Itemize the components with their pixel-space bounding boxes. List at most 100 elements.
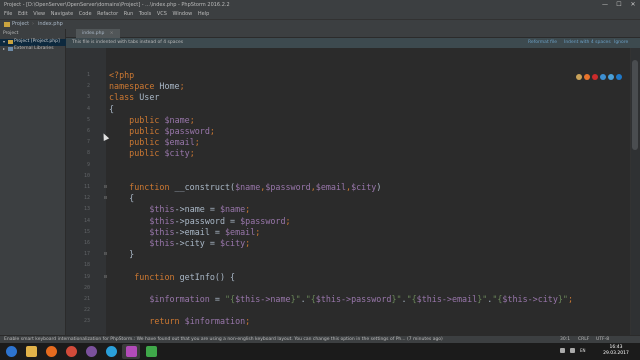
firefox-icon[interactable] — [584, 74, 590, 80]
code-editor[interactable]: <?php namespace Home; class User { public $… — [106, 48, 630, 338]
menu-file[interactable]: File — [4, 10, 12, 19]
taskbar-chrome[interactable] — [62, 344, 80, 359]
code-line[interactable]: $this->city = $city; — [109, 238, 250, 248]
line-number: 18 — [83, 262, 90, 269]
code-line[interactable]: public $email; — [109, 137, 200, 147]
code-line[interactable]: public $name; — [109, 115, 195, 125]
line-number: 23 — [83, 318, 90, 325]
line-number: 7 — [86, 139, 90, 146]
close-button[interactable]: ✕ — [626, 0, 640, 10]
taskbar-clock[interactable]: 16:43 29.03.2017 — [598, 345, 634, 357]
edge-icon[interactable] — [616, 74, 622, 80]
status-bar: Enable smart keyboard internationalizati… — [0, 335, 640, 343]
viber-icon — [85, 346, 97, 357]
menu-view[interactable]: View — [33, 10, 45, 19]
reformat-file-link[interactable]: Reformat file — [528, 38, 557, 48]
line-number: 10 — [83, 172, 90, 179]
code-line[interactable]: function __construct($name,$password,$em… — [109, 182, 381, 192]
notification-message: This file is indented with tabs instead … — [72, 40, 184, 45]
taskbar-phpstorm[interactable] — [122, 344, 140, 359]
indent-spaces-link[interactable]: Indent with 4 spaces — [564, 38, 611, 48]
taskbar-camtasia[interactable] — [142, 344, 160, 359]
tray-volume-icon[interactable] — [570, 348, 575, 353]
scrollbar-thumb[interactable] — [632, 60, 638, 150]
editor-tabs: index.php × — [66, 29, 640, 38]
start-button[interactable] — [2, 344, 20, 359]
menu-edit[interactable]: Edit — [18, 10, 28, 19]
fold-marker-icon[interactable]: ⊟ — [104, 274, 107, 280]
code-line[interactable]: { — [109, 193, 134, 203]
fold-marker-icon[interactable]: ⊟ — [104, 251, 107, 257]
line-number: 6 — [86, 128, 90, 134]
tree-item-root[interactable]: ▾ Project [Project.php] — [0, 39, 66, 46]
folder-icon — [4, 22, 10, 27]
nav-file[interactable]: index.php — [38, 20, 63, 29]
os-taskbar: EN — [0, 343, 640, 360]
code-line[interactable]: namespace Home; — [109, 81, 185, 91]
windows-logo-icon — [5, 346, 17, 357]
indentation-notification: This file is indented with tabs instead … — [66, 38, 640, 48]
menu-navigate[interactable]: Navigate — [51, 10, 73, 19]
line-number: 13 — [83, 206, 90, 213]
code-line[interactable]: <?php — [109, 70, 134, 80]
tray-network-icon[interactable] — [560, 348, 565, 353]
project-panel-header[interactable]: Project — [3, 31, 18, 36]
phpstorm-icon — [125, 346, 137, 357]
taskbar-skype[interactable] — [102, 344, 120, 359]
code-line[interactable]: $this->name = $name; — [109, 204, 250, 214]
tree-item-external-libraries[interactable]: ▸ External Libraries — [0, 46, 66, 53]
line-number: 11 — [83, 184, 90, 190]
caret-position[interactable]: 30:1 — [560, 336, 570, 343]
recorder-icon — [145, 346, 157, 357]
ie-icon[interactable] — [608, 74, 614, 80]
code-line[interactable]: public $city; — [109, 148, 195, 158]
menu-refactor[interactable]: Refactor — [97, 10, 118, 19]
clock-date: 29.03.2017 — [603, 351, 629, 356]
tray-language-icon[interactable]: EN — [580, 348, 588, 353]
code-line[interactable]: } — [109, 249, 134, 259]
code-line[interactable]: return $information; — [109, 316, 250, 326]
menu-tools[interactable]: Tools — [139, 10, 151, 19]
library-icon — [8, 47, 13, 51]
maximize-button[interactable]: ☐ — [612, 0, 626, 10]
chrome-icon[interactable] — [576, 74, 582, 80]
folder-icon — [25, 346, 37, 357]
taskbar-viber[interactable] — [82, 344, 100, 359]
opera-icon[interactable] — [592, 74, 598, 80]
line-number: 15 — [83, 228, 90, 235]
ignore-link[interactable]: Ignore — [614, 38, 628, 48]
code-line[interactable]: $this->email = $email; — [109, 227, 260, 237]
nav-project[interactable]: Project — [12, 20, 29, 29]
menu-vcs[interactable]: VCS — [157, 10, 167, 19]
safari-icon[interactable] — [600, 74, 606, 80]
project-panel: Project ▾ Project [Project.php] ▸ Extern… — [0, 29, 66, 335]
status-message[interactable]: Enable smart keyboard internationalizati… — [4, 336, 443, 343]
code-line[interactable]: $this->password = $password; — [109, 216, 290, 226]
chrome-icon — [65, 346, 77, 357]
window-title: Project - [D:\OpenServer\OpenServer\doma… — [4, 2, 230, 8]
fold-marker-icon[interactable]: ⊟ — [104, 195, 107, 201]
code-line[interactable]: public $password; — [109, 126, 215, 136]
taskbar-firefox[interactable] — [42, 344, 60, 359]
menu-code[interactable]: Code — [79, 10, 92, 19]
title-bar: Project - [D:\OpenServer\OpenServer\doma… — [0, 0, 640, 10]
code-line[interactable]: $information = "{$this->name}"."{$this->… — [109, 294, 573, 304]
minimize-button[interactable]: — — [598, 0, 612, 10]
line-number: 5 — [86, 116, 90, 123]
close-tab-icon[interactable]: × — [110, 31, 114, 36]
tab-index-php[interactable]: index.php × — [76, 29, 120, 38]
code-line[interactable]: function getInfo() { — [109, 272, 235, 282]
line-separator[interactable]: CRLF — [578, 336, 589, 343]
menu-help[interactable]: Help — [198, 10, 209, 19]
code-line[interactable]: { — [109, 104, 114, 114]
firefox-icon — [45, 346, 57, 357]
file-encoding[interactable]: UTF-8 — [596, 336, 609, 343]
fold-marker-icon[interactable]: ⊟ — [104, 184, 107, 190]
menu-run[interactable]: Run — [124, 10, 134, 19]
tree-root-label: Project [Project.php] — [14, 39, 60, 44]
code-line[interactable]: class User — [109, 92, 159, 102]
menu-window[interactable]: Window — [173, 10, 193, 19]
line-number: 20 — [83, 284, 90, 291]
taskbar-explorer[interactable] — [22, 344, 40, 359]
line-number: 21 — [83, 296, 90, 302]
